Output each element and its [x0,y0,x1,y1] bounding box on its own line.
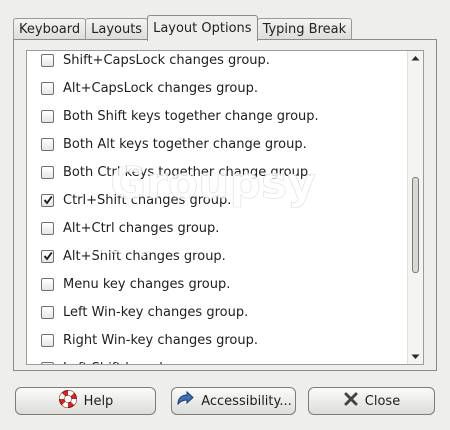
checkbox-unchecked[interactable] [41,361,54,364]
checkmark-icon [43,251,53,261]
checkbox-unchecked[interactable] [41,81,54,95]
option-label: Alt+Ctrl changes group. [63,220,220,236]
checkbox-checked[interactable] [41,249,54,263]
checkbox-unchecked[interactable] [41,333,54,347]
option-label: Both Ctrl keys together change group. [63,164,313,180]
help-button[interactable]: Help [15,387,156,415]
option-row[interactable]: Alt+Ctrl changes group. [27,214,423,242]
option-row[interactable]: Menu key changes group. [27,270,423,298]
option-row[interactable]: Alt+CapsLock changes group. [27,74,423,102]
scroll-down-arrow-icon[interactable] [408,350,423,364]
checkbox-unchecked[interactable] [41,221,54,235]
option-label: Right Win-key changes group. [63,332,258,348]
tab-layout-options[interactable]: Layout Options [147,15,258,41]
accessibility-button[interactable]: Accessibility... [171,387,296,415]
tab-panel: Shift+CapsLock changes group. Alt+CapsLoc… [13,39,437,371]
option-label: Both Shift keys together change group. [63,108,319,124]
lifebuoy-icon [58,389,78,413]
option-row[interactable]: Shift+CapsLock changes group. [27,51,423,74]
close-button[interactable]: Close [308,387,435,415]
close-x-icon [343,391,359,411]
option-row[interactable]: Ctrl+Shift changes group. [27,186,423,214]
tab-keyboard[interactable]: Keyboard [13,18,87,40]
tab-typing-break[interactable]: Typing Break [256,18,353,40]
option-label: Left Shift key changes group. [63,361,253,365]
options-list: Shift+CapsLock changes group. Alt+CapsLoc… [26,50,424,365]
checkbox-unchecked[interactable] [41,53,54,67]
scrollbar-thumb[interactable] [412,176,419,273]
option-row[interactable]: Both Shift keys together change group. [27,102,423,130]
checkbox-checked[interactable] [41,193,54,207]
checkmark-icon [43,195,53,205]
tab-layouts[interactable]: Layouts [85,18,149,40]
checkbox-unchecked[interactable] [41,109,54,123]
option-label: Ctrl+Shift changes group. [63,192,232,208]
checkbox-unchecked[interactable] [41,137,54,151]
tab-bar: Keyboard Layouts Layout Options Typing B… [13,14,353,41]
option-row[interactable]: Alt+Shift changes group. [27,242,423,270]
option-label: Both Alt keys together change group. [63,136,307,152]
option-row[interactable]: Both Alt keys together change group. [27,130,423,158]
options-list-content: Shift+CapsLock changes group. Alt+CapsLoc… [27,51,423,365]
close-button-label: Close [364,393,401,409]
checkbox-unchecked[interactable] [41,165,54,179]
accessibility-button-label: Accessibility... [201,393,292,409]
option-row[interactable]: Right Win-key changes group. [27,326,423,354]
checkbox-unchecked[interactable] [41,277,54,291]
redo-arrow-icon [175,390,195,412]
option-row[interactable]: Left Win-key changes group. [27,298,423,326]
option-label: Shift+CapsLock changes group. [63,52,270,68]
option-row[interactable]: Left Shift key changes group. [27,354,423,365]
option-label: Left Win-key changes group. [63,304,249,320]
option-label: Alt+Shift changes group. [63,248,226,264]
scroll-up-arrow-icon[interactable] [408,51,423,65]
option-label: Alt+CapsLock changes group. [63,80,258,96]
checkbox-unchecked[interactable] [41,305,54,319]
vertical-scrollbar[interactable] [407,51,423,364]
option-row[interactable]: Both Ctrl keys together change group. [27,158,423,186]
help-button-label: Help [83,393,114,409]
option-label: Menu key changes group. [63,276,231,292]
